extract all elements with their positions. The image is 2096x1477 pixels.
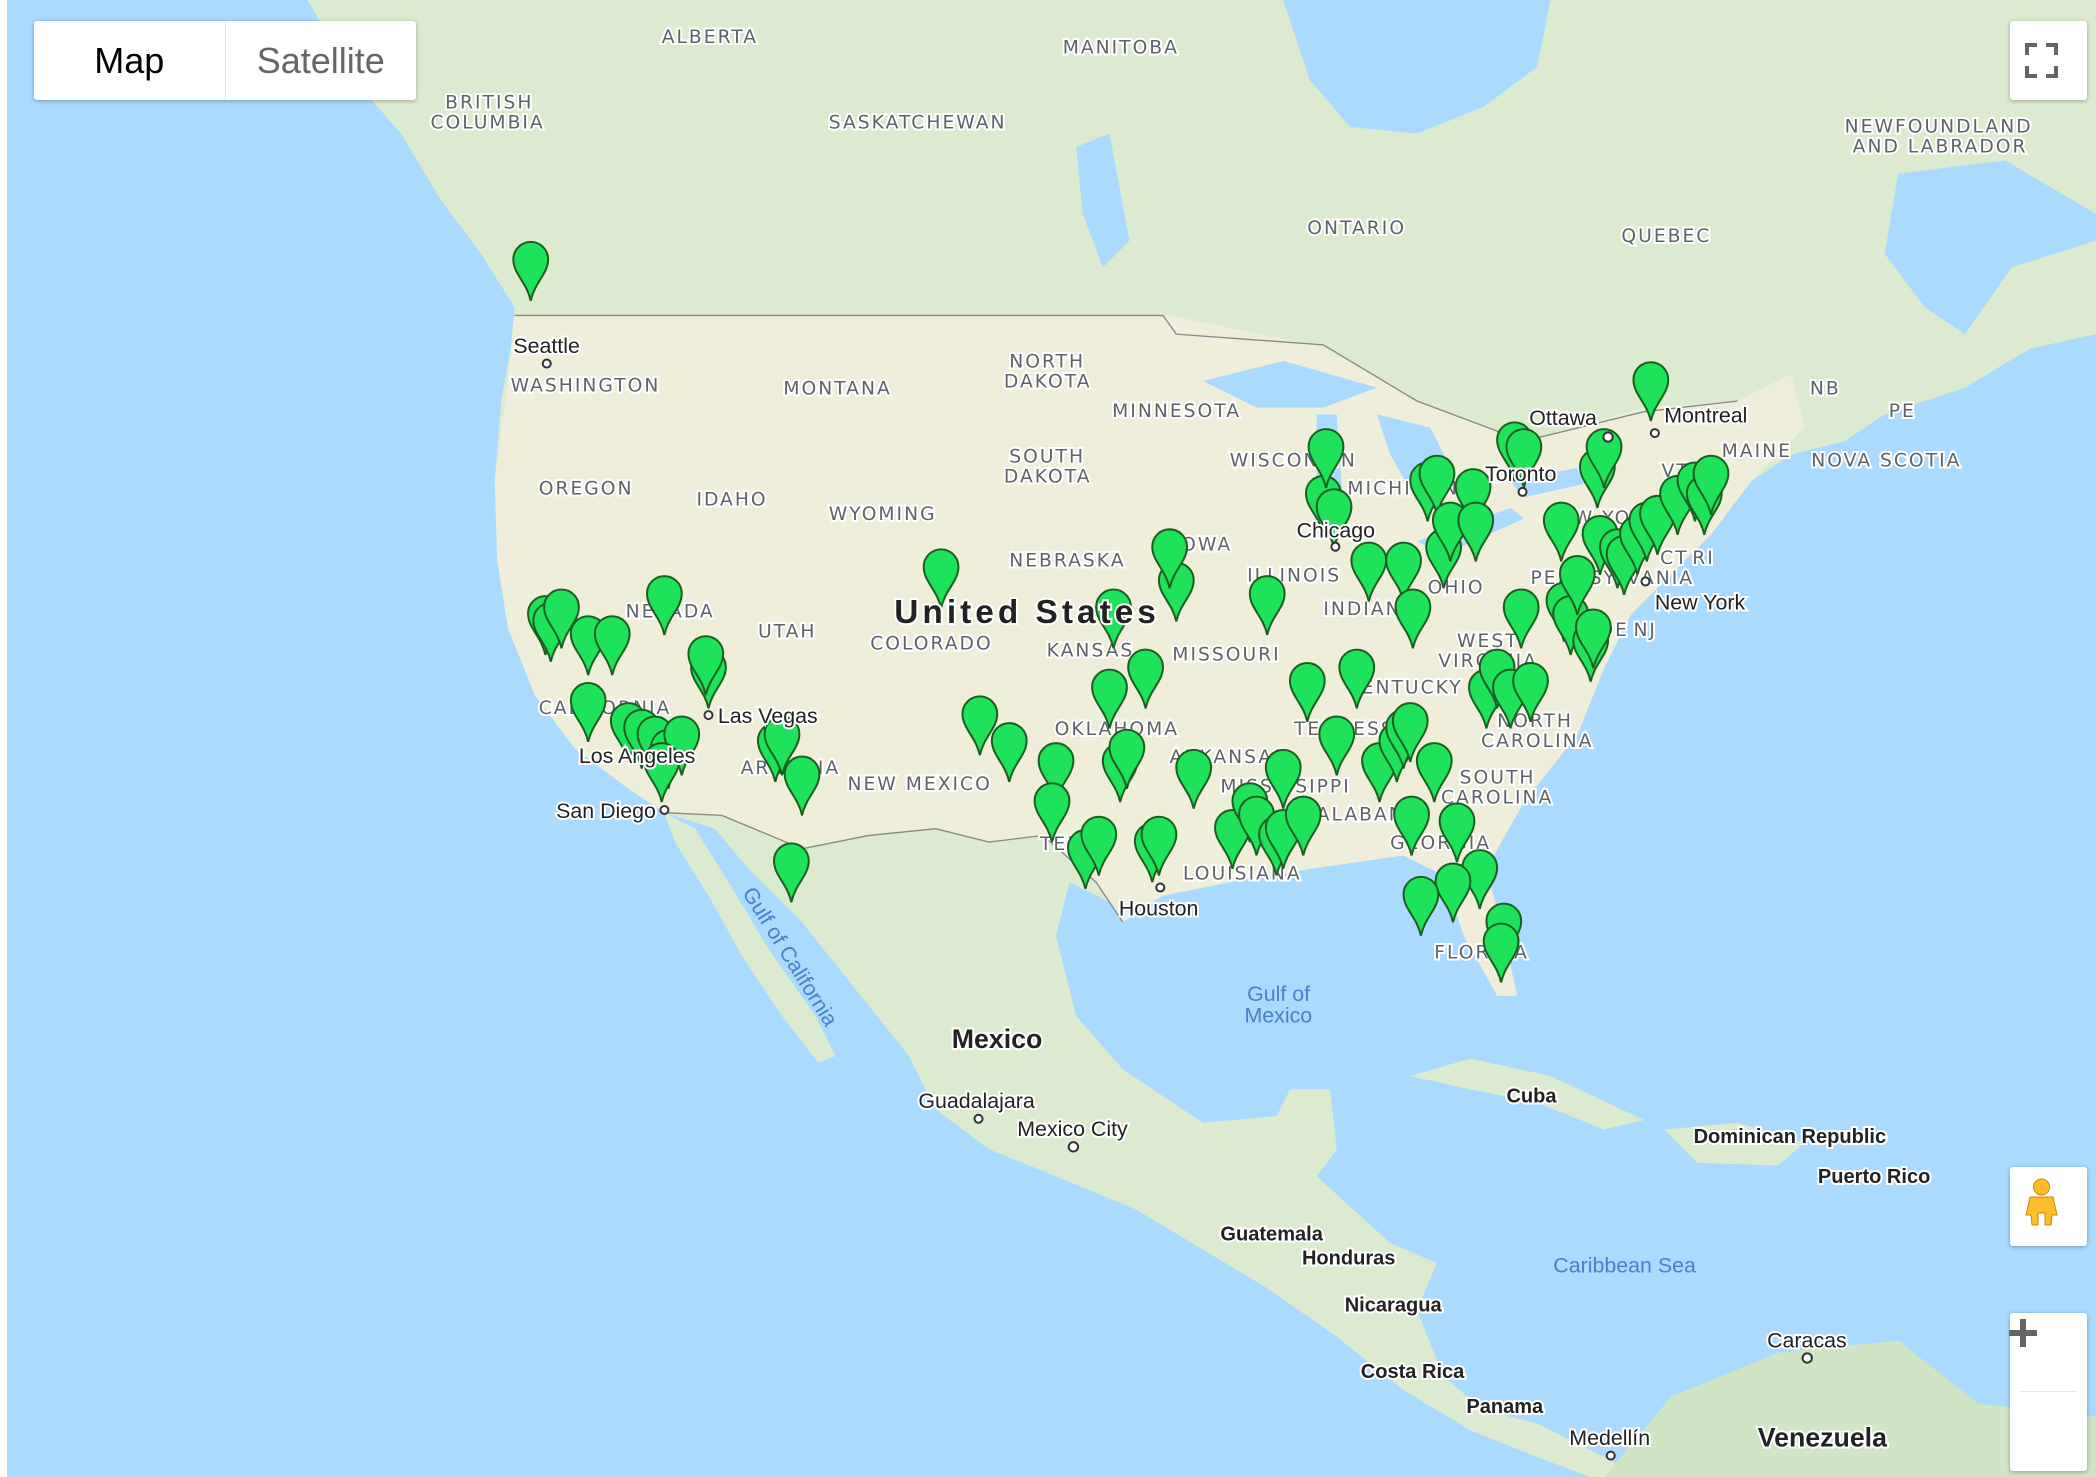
map-marker-pin[interactable] [1402,875,1440,936]
water-label: Caribbean Sea [1553,1253,1696,1277]
city-label: New York [1655,591,1746,615]
city-dot [1067,1141,1080,1153]
city-dot [703,710,714,721]
city-label: Las Vegas [718,704,818,728]
region-label: WEST [1457,631,1519,652]
country-label: Cuba [1506,1086,1557,1108]
city-label: San Diego [556,799,656,823]
city-label: Montreal [1664,403,1747,427]
country-label: Guatemala [1220,1223,1323,1245]
city-dot [1330,541,1341,552]
city-label: Ottawa [1529,406,1597,430]
city-label: Chicago [1297,518,1375,542]
region-label: COLORADO [870,634,992,655]
minus-icon [2009,1330,2037,1336]
region-label: PE [1889,401,1916,422]
water-label: Mexico [1244,1004,1312,1028]
zoom-control [2009,1313,2087,1471]
region-label: WYOMING [829,504,937,525]
region-label: MAINE [1722,441,1792,462]
region-label: NJ [1633,620,1657,641]
street-view-pegman-icon [2025,1178,2058,1226]
region-label: SOUTH [1460,767,1536,788]
region-label: NB [1810,378,1841,399]
map-canvas[interactable]: ALBERTA MANITOBA BRITISH COLUMBIA SASKAT… [7,0,2096,1477]
region-label: MONTANA [783,378,891,399]
region-label: UTAH [758,622,817,643]
region-label: ALBERTA [662,27,758,48]
city-dot [973,1113,984,1124]
region-label: COLUMBIA [430,112,544,133]
country-label: Mexico [952,1024,1043,1054]
city-label: Caracas [1767,1328,1847,1352]
region-label: AND LABRADOR [1853,136,2028,157]
city-label: Houston [1119,897,1199,921]
region-label: CAROLINA [1481,731,1593,752]
city-label: Guadalajara [918,1089,1035,1113]
region-label: NEW MEXICO [848,774,992,795]
city-dot [1649,428,1660,439]
region-label: MINNESOTA [1112,401,1241,422]
region-label: IDAHO [696,489,767,510]
map-type-map-button[interactable]: Map [34,21,225,100]
country-label: Honduras [1302,1247,1396,1269]
map-type-satellite-button[interactable]: Satellite [224,21,417,100]
street-view-button[interactable] [2010,1167,2087,1246]
region-label: OREGON [539,479,634,500]
city-dot [1602,431,1614,443]
region-label: QUEBEC [1621,226,1711,247]
region-label: WASHINGTON [511,376,661,397]
region-label: NORTH [1009,352,1085,373]
region-label: RI [1692,548,1715,569]
country-label: Dominican Republic [1694,1126,1887,1148]
country-label: Venezuela [1758,1422,1888,1452]
zoom-out-button[interactable] [2009,1330,2087,1470]
city-label: Medellín [1569,1426,1650,1450]
country-label: Nicaragua [1345,1294,1443,1316]
city-dot [1517,486,1528,497]
country-label: Costa Rica [1361,1361,1465,1383]
region-label: DAKOTA [1004,372,1092,393]
city-label: Mexico City [1017,1117,1128,1141]
region-label: NEBRASKA [1009,551,1125,572]
country-label: Puerto Rico [1818,1166,1930,1188]
city-label: Seattle [513,334,580,358]
city-dot [1801,1352,1813,1364]
region-label: MANITOBA [1063,37,1179,58]
country-label: Panama [1466,1396,1544,1418]
region-label: MISSOURI [1172,644,1280,665]
region-label: NOVA SCOTIA [1811,450,1961,471]
region-label: DAKOTA [1004,467,1092,488]
fullscreen-icon [2025,43,2058,78]
region-label: SASKATCHEWAN [829,112,1007,133]
city-dot [1605,1450,1616,1461]
city-label: Los Angeles [579,744,695,768]
region-label: KANSAS [1047,640,1135,661]
country-label: United States [894,594,1160,631]
map-type-control: Map Satellite [34,21,416,100]
city-label: Toronto [1485,462,1556,486]
city-dot [1640,576,1651,587]
region-label: SOUTH [1009,446,1085,467]
region-label: ONTARIO [1307,218,1406,239]
city-dot [659,804,670,816]
region-label: CT [1660,548,1689,569]
fullscreen-button[interactable] [2010,21,2087,100]
region-label: BRITISH [445,92,533,113]
map-svg[interactable]: ALBERTA MANITOBA BRITISH COLUMBIA SASKAT… [7,0,2096,1477]
city-dot [541,358,552,369]
city-dot [1155,882,1166,893]
region-label: NEWFOUNDLAND [1845,116,2033,137]
region-label: OHIO [1428,577,1485,598]
